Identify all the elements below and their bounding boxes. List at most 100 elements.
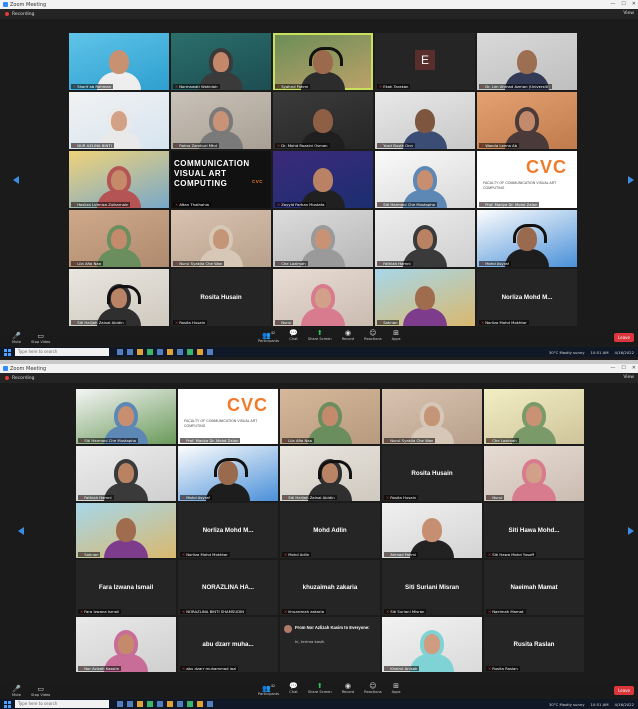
taskbar-app-icon[interactable] — [137, 349, 143, 355]
taskbar-app-icon[interactable] — [117, 349, 123, 355]
participant-tile[interactable]: khuzaimah zakaria ✕khuzaimah zakaria — [280, 560, 380, 615]
weather-widget[interactable]: 30°C Mostly sunny — [549, 350, 585, 355]
windows-start-icon[interactable] — [4, 700, 11, 708]
participant-tile[interactable]: ✕Siti Harmani Che Mustapha — [375, 151, 475, 208]
participants-button[interactable]: 👥42 Participants — [258, 682, 279, 697]
minimize-button[interactable]: — — [610, 0, 615, 9]
taskbar-app-icon[interactable] — [157, 349, 163, 355]
participant-tile[interactable]: ✕Che Lazimah — [273, 210, 373, 267]
apps-button[interactable]: ⊞ Apps — [392, 682, 401, 697]
participant-tile[interactable]: ✕Ahmad Fahmi — [382, 503, 482, 558]
chat-popup[interactable]: From Nor Azlizah Kasim to Everyone: hi, t… — [280, 617, 380, 672]
participant-tile[interactable]: ✕Nurul — [273, 269, 373, 326]
taskbar-app-icon[interactable] — [197, 701, 203, 707]
participant-tile[interactable]: ✕Nurul — [484, 446, 584, 501]
participant-tile[interactable]: ✕Hasliza Lutmiza Zulkarnain — [69, 151, 169, 208]
next-page-arrow-icon[interactable] — [628, 176, 634, 184]
clock-time[interactable]: 10:51 AM — [591, 702, 609, 707]
participant-tile[interactable]: ✕Nurul Syakila Che Wan — [171, 210, 271, 267]
maximize-button[interactable]: ☐ — [621, 364, 625, 373]
participant-tile[interactable]: ✕Sahnan — [375, 269, 475, 326]
participant-tile[interactable]: Siti Suriani Misran ✕Siti Suriani Misran — [382, 560, 482, 615]
maximize-button[interactable]: ☐ — [621, 0, 625, 9]
taskbar-app-icon[interactable] — [147, 349, 153, 355]
taskbar-app-icon[interactable] — [207, 349, 213, 355]
participant-tile[interactable]: COMMUNICATION VISUAL ART COMPUTING CVC ✕Af… — [171, 151, 271, 208]
clock-time[interactable]: 10:51 AM — [591, 350, 609, 355]
windows-start-icon[interactable] — [4, 348, 11, 356]
reactions-button[interactable]: ☺ Reactions — [364, 329, 381, 344]
leave-button[interactable]: Leave — [614, 333, 634, 342]
leave-button[interactable]: Leave — [614, 686, 634, 695]
taskbar-search-input[interactable]: Type here to search — [15, 348, 109, 356]
next-page-arrow-icon[interactable] — [628, 527, 634, 535]
prev-page-arrow-icon[interactable] — [13, 176, 19, 184]
participant-tile[interactable]: ✕Khairul Anisah — [382, 617, 482, 672]
participant-tile[interactable]: ✕Syahrul Fahmi — [273, 33, 373, 90]
participant-tile[interactable]: ✕Yusri Bustk Onn — [375, 92, 475, 149]
participant-tile[interactable]: ✕Mohd Asyraf — [477, 210, 577, 267]
view-button[interactable]: View — [623, 11, 634, 16]
view-button[interactable]: View — [623, 375, 634, 380]
clock-date[interactable]: 4/16/2022 — [615, 350, 634, 355]
taskbar-app-icon[interactable] — [167, 701, 173, 707]
participant-tile[interactable]: abu dzarr muha... ✕abu dzarr muhammad laz… — [178, 617, 278, 672]
record-button[interactable]: ◉ Record — [342, 329, 354, 344]
participant-tile[interactable]: ✕Wanda Lanna Ab — [477, 92, 577, 149]
taskbar-app-icon[interactable] — [157, 701, 163, 707]
taskbar-app-icon[interactable] — [177, 349, 183, 355]
weather-widget[interactable]: 30°C Mostly sunny — [549, 702, 585, 707]
participant-tile[interactable]: ✕Lila Afia Naa — [280, 389, 380, 444]
chat-notification[interactable]: From Nor Azlizah Kasim to Everyone: hi, t… — [280, 617, 380, 672]
reactions-button[interactable]: ☺ Reactions — [364, 682, 381, 697]
participant-tile[interactable]: ✕Mohd Asyraf — [178, 446, 278, 501]
participant-tile[interactable]: Rusita Raslan ✕Rusita Raslan — [484, 617, 584, 672]
participant-tile[interactable]: ✕NUR AZLINA BINTI — [69, 92, 169, 149]
participant-tile[interactable]: ✕Normawati Wahidah — [171, 33, 271, 90]
apps-button[interactable]: ⊞ Apps — [392, 329, 401, 344]
participant-tile[interactable]: Naeimah Mamat ✕Naeimah Mamat — [484, 560, 584, 615]
participant-tile[interactable]: ✕Siti Halijah Zainal Abidin — [280, 446, 380, 501]
taskbar-app-icon[interactable] — [207, 701, 213, 707]
participant-tile[interactable]: ✕Dr. Lim Ahmad Azman (Universiti) — [477, 33, 577, 90]
participant-tile[interactable]: ✕Nor Azizah Kassim — [76, 617, 176, 672]
prev-page-arrow-icon[interactable] — [18, 527, 24, 535]
participants-button[interactable]: 👥42 Participants — [258, 329, 279, 344]
taskbar-app-icon[interactable] — [167, 349, 173, 355]
share-screen-button[interactable]: ⬆ Share Screen — [308, 329, 332, 344]
taskbar-app-icon[interactable] — [197, 349, 203, 355]
clock-date[interactable]: 4/16/2022 — [615, 702, 634, 707]
participant-tile[interactable]: ✕Nurul Syakila Che Wan — [382, 389, 482, 444]
participant-tile[interactable]: Mohd Adlin ✕Mohd Adlin — [280, 503, 380, 558]
participant-tile[interactable]: NORAZLINA HA... ✕NORAZLINA BINTI SHAMSUDI… — [178, 560, 278, 615]
participant-tile[interactable]: Rosita Husain ✕Rosita Husain — [382, 446, 482, 501]
chat-button[interactable]: 💬 Chat — [289, 329, 298, 344]
taskbar-app-icon[interactable] — [187, 701, 193, 707]
stop-video-button[interactable]: ▭ Stop Video — [31, 685, 50, 698]
participant-tile[interactable]: ✕Ratna Zamhuri Mhd — [171, 92, 271, 149]
taskbar-app-icon[interactable] — [147, 701, 153, 707]
participant-tile[interactable]: Siti Hawa Mohd... ✕Siti Hawa Mohd Yusoff — [484, 503, 584, 558]
participant-tile[interactable]: ✕Zayyid Farhan Mustafa — [273, 151, 373, 208]
share-screen-button[interactable]: ⬆ Share Screen — [308, 682, 332, 697]
mute-button[interactable]: 🎤 Mute — [12, 332, 21, 345]
participant-tile[interactable]: Rosita Husain ✕Rosita Husain — [171, 269, 271, 326]
participant-tile[interactable]: CVC FACULTY OF COMMUNICATION VISUAL ART C… — [178, 389, 278, 444]
close-window-button[interactable]: ✕ — [632, 0, 636, 9]
taskbar-search-input[interactable]: Type here to search — [15, 700, 109, 708]
recording-indicator[interactable]: Recording View — [0, 373, 638, 383]
participant-tile[interactable]: E ✕Ekah Tarakan — [375, 33, 475, 90]
chat-button[interactable]: 💬 Chat — [289, 682, 298, 697]
participant-tile[interactable]: Norliza Mohd M... ✕Norliza Mohd Mokhtar — [477, 269, 577, 326]
participant-tile[interactable]: ✕Siti Halijah Zainal Abidin — [69, 269, 169, 326]
participant-tile[interactable]: ✕Lila Afia Naa — [69, 210, 169, 267]
close-window-button[interactable]: ✕ — [632, 364, 636, 373]
participant-tile[interactable]: ✕Sahnan — [76, 503, 176, 558]
participant-tile[interactable]: Fara Izwana Ismail ✕Fara Izwana Ismail — [76, 560, 176, 615]
taskbar-app-icon[interactable] — [127, 701, 133, 707]
minimize-button[interactable]: — — [610, 364, 615, 373]
participant-tile[interactable]: Norliza Mohd M... ✕Norliza Mohd Mokhtar — [178, 503, 278, 558]
taskbar-app-icon[interactable] — [177, 701, 183, 707]
participant-tile[interactable]: ✕Fathiah Hamni — [375, 210, 475, 267]
participant-tile[interactable]: ✕Dr. Mohd Rozaini Osman — [273, 92, 373, 149]
